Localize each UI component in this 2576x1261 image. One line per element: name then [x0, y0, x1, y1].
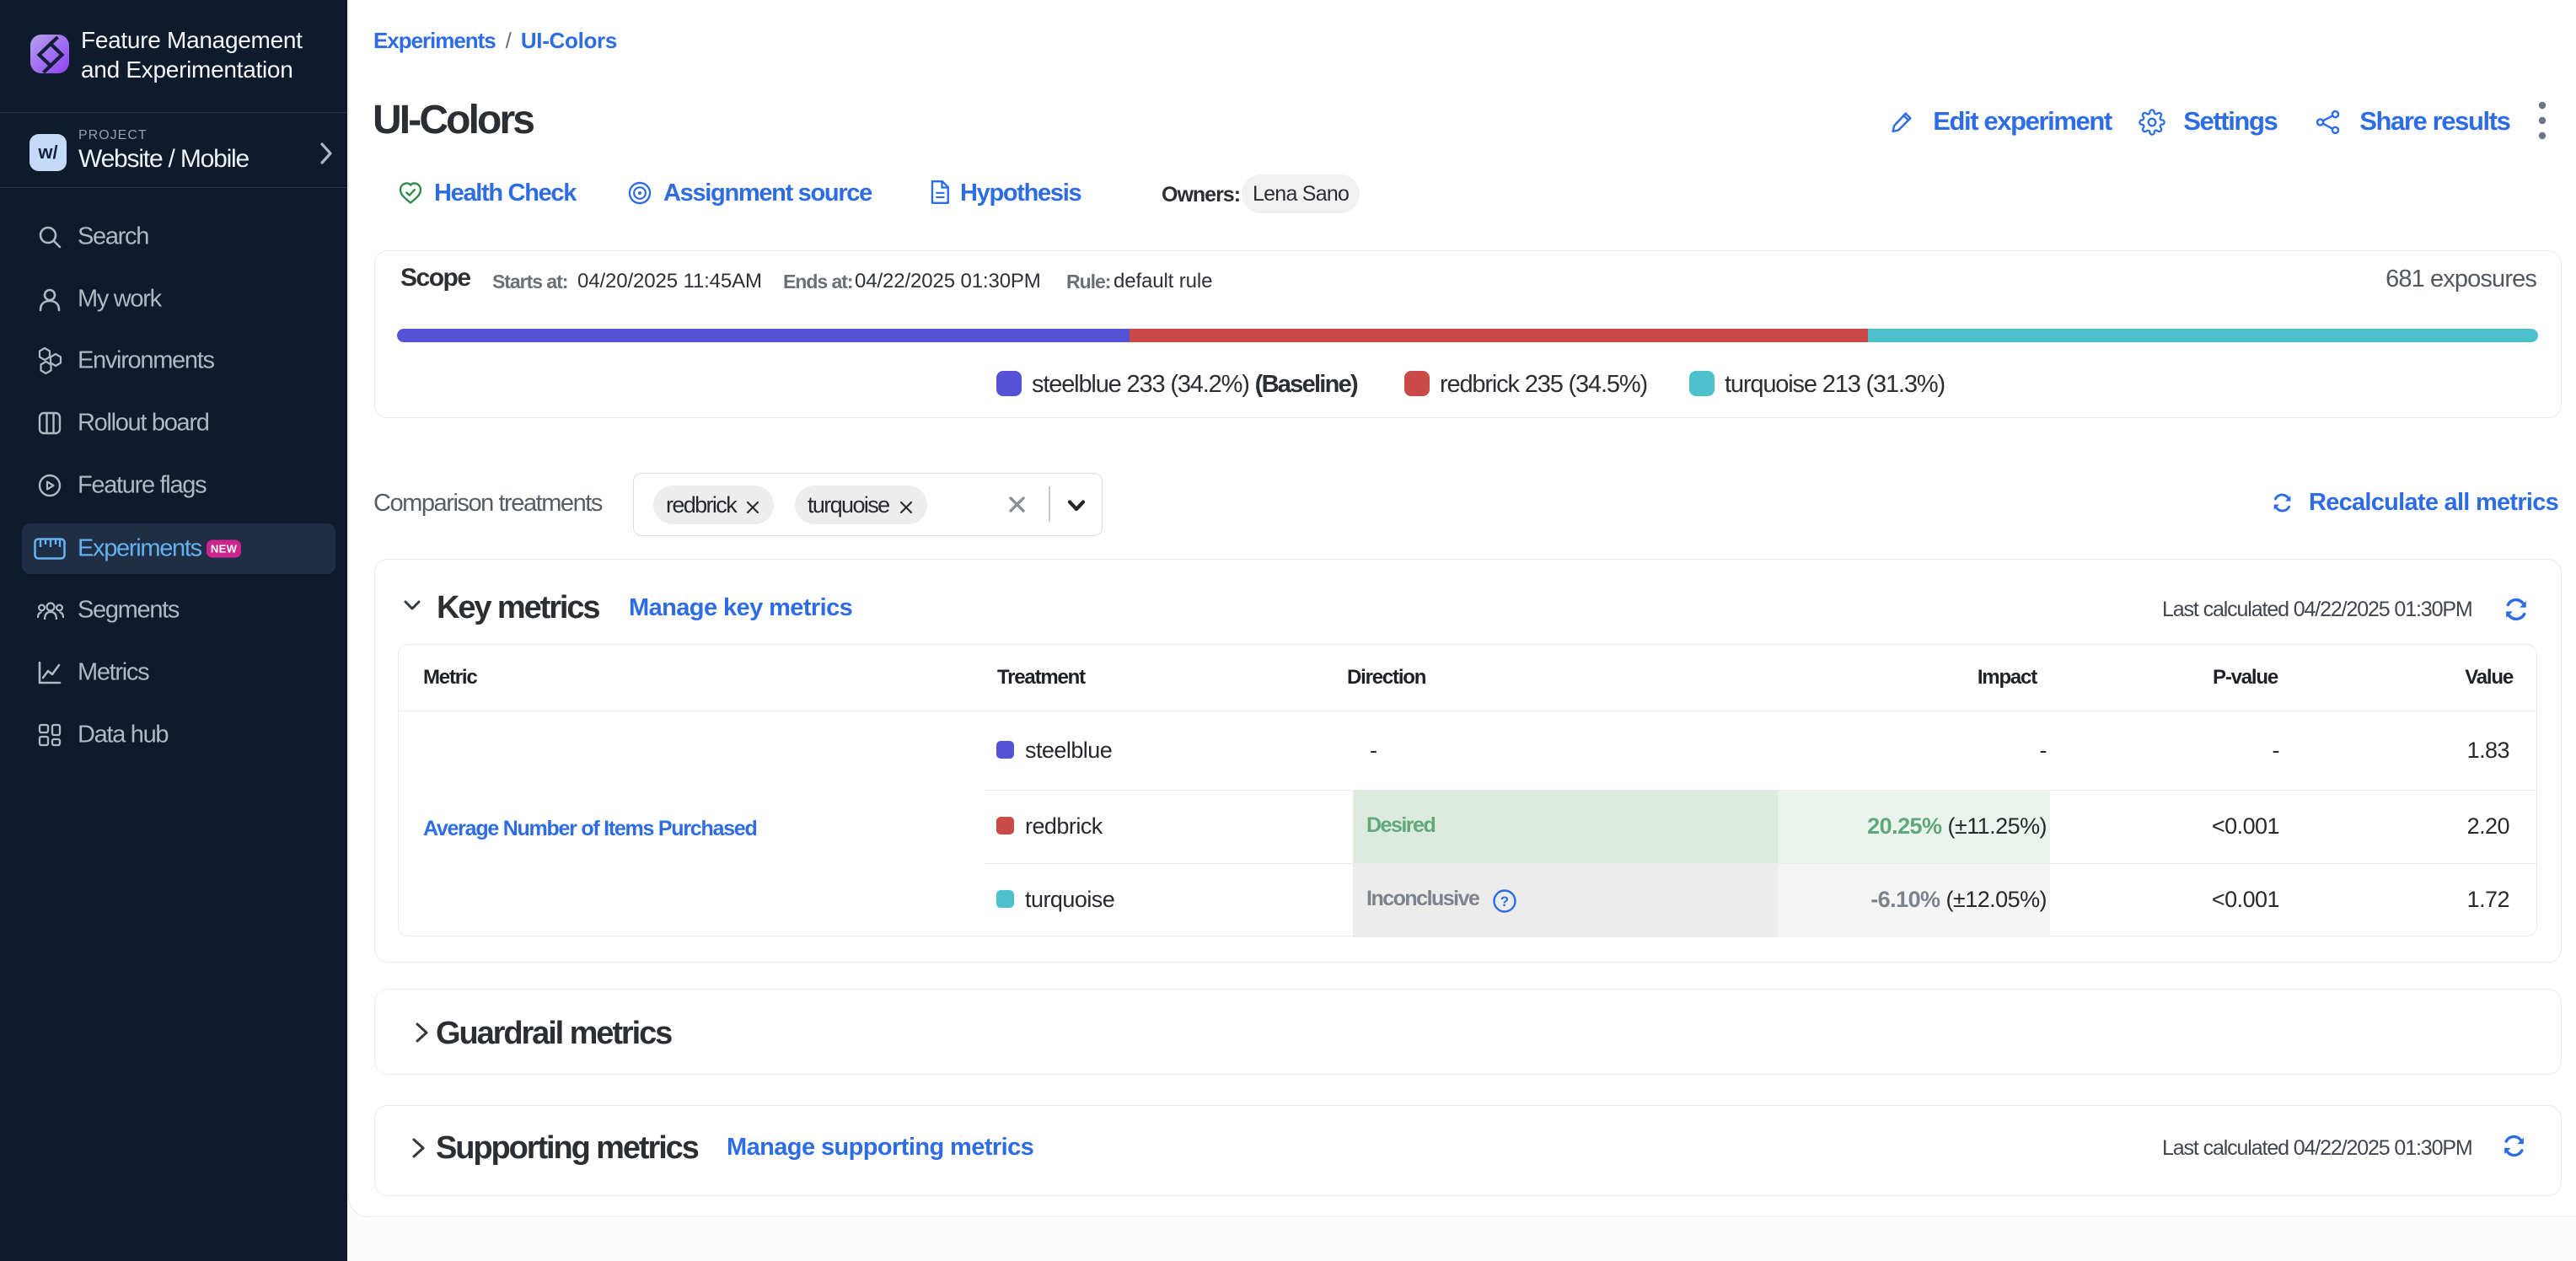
svg-text:?: ? — [1500, 893, 1509, 910]
